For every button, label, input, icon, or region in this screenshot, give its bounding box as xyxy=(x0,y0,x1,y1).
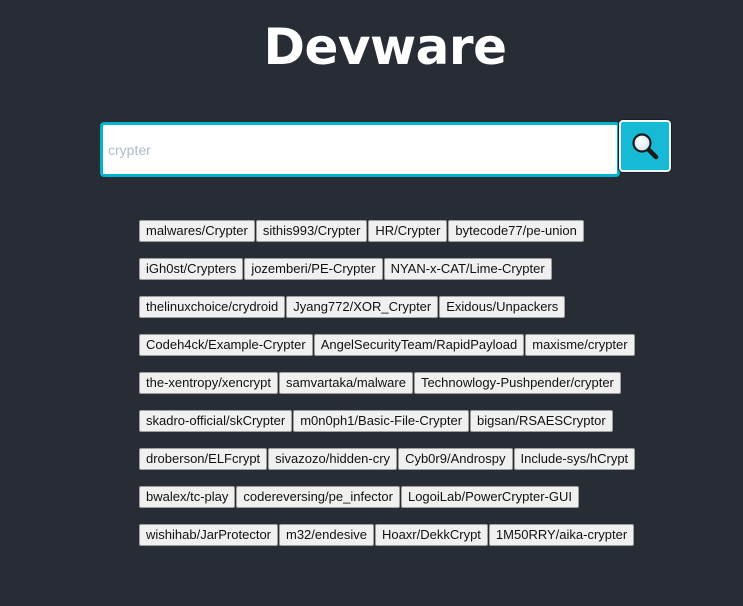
magnifier-icon xyxy=(632,133,659,160)
result-row: wishihab/JarProtector m32/endesive Hoaxr/D… xyxy=(139,524,679,562)
result-row: thelinuxchoice/crydroid Jyang772/XOR_Cryp… xyxy=(139,296,679,334)
repo-tag[interactable]: bwalex/tc-play xyxy=(139,486,236,508)
repo-tag[interactable]: codereversing/pe_infector xyxy=(236,486,400,508)
repo-tag[interactable]: HR/Crypter xyxy=(368,220,448,242)
repo-tag[interactable]: sithis993/Crypter xyxy=(255,220,368,242)
repo-tag[interactable]: bigsan/RSAESCryptor xyxy=(470,410,613,432)
repo-tag[interactable]: Technowlogy-Pushpender/crypter xyxy=(413,372,621,394)
repo-tag[interactable]: sivazozo/hidden-cry xyxy=(268,448,398,470)
repo-tag[interactable]: thelinuxchoice/crydroid xyxy=(139,296,286,318)
repo-tag[interactable]: samvartaka/malware xyxy=(279,372,413,394)
repo-tag[interactable]: wishihab/JarProtector xyxy=(139,524,278,546)
result-row: the-xentropy/xencrypt samvartaka/malware T… xyxy=(139,372,679,410)
page-title: Devware xyxy=(263,18,507,76)
repo-tag[interactable]: bytecode77/pe-union xyxy=(448,220,584,242)
result-row: Codeh4ck/Example-Crypter AngelSecurityTea… xyxy=(139,334,679,372)
repo-tag[interactable]: Jyang772/XOR_Crypter xyxy=(286,296,439,318)
repo-tag[interactable]: AngelSecurityTeam/RapidPayload xyxy=(313,334,525,356)
repo-tag[interactable]: Cyb0r9/Androspy xyxy=(398,448,513,470)
repo-tag[interactable]: Codeh4ck/Example-Crypter xyxy=(139,334,313,356)
repo-tag[interactable]: m32/endesive xyxy=(279,524,374,546)
result-row: iGh0st/Crypters jozemberi/PE-Crypter NYAN-… xyxy=(139,258,679,296)
search-input[interactable] xyxy=(100,122,620,177)
repo-tag[interactable]: droberson/ELFcrypt xyxy=(139,448,268,470)
repo-tag[interactable]: NYAN-x-CAT/Lime-Crypter xyxy=(383,258,552,280)
repo-tag[interactable]: m0n0ph1/Basic-File-Crypter xyxy=(293,410,470,432)
result-row: malwares/Crypter sithis993/Crypter HR/Cryp… xyxy=(139,220,679,258)
results-list: malwares/Crypter sithis993/Crypter HR/Cryp… xyxy=(139,220,679,562)
repo-tag[interactable]: Include-sys/hCrypt xyxy=(513,448,636,470)
repo-tag[interactable]: LogoiLab/PowerCrypter-GUI xyxy=(400,486,579,508)
result-row: droberson/ELFcrypt sivazozo/hidden-cry Cyb… xyxy=(139,448,679,486)
repo-tag[interactable]: Exidous/Unpackers xyxy=(439,296,566,318)
repo-tag[interactable]: the-xentropy/xencrypt xyxy=(139,372,279,394)
result-row: skadro-official/skCrypter m0n0ph1/Basic-F… xyxy=(139,410,679,448)
repo-tag[interactable]: 1M50RRY/aika-crypter xyxy=(488,524,635,546)
result-row: bwalex/tc-play codereversing/pe_infector L… xyxy=(139,486,679,524)
repo-tag[interactable]: jozemberi/PE-Crypter xyxy=(244,258,383,280)
repo-tag[interactable]: skadro-official/skCrypter xyxy=(139,410,293,432)
repo-tag[interactable]: maxisme/crypter xyxy=(525,334,635,356)
repo-tag[interactable]: iGh0st/Crypters xyxy=(139,258,244,280)
search-button[interactable] xyxy=(619,120,671,172)
repo-tag[interactable]: Hoaxr/DekkCrypt xyxy=(374,524,488,546)
repo-tag[interactable]: malwares/Crypter xyxy=(139,220,255,242)
